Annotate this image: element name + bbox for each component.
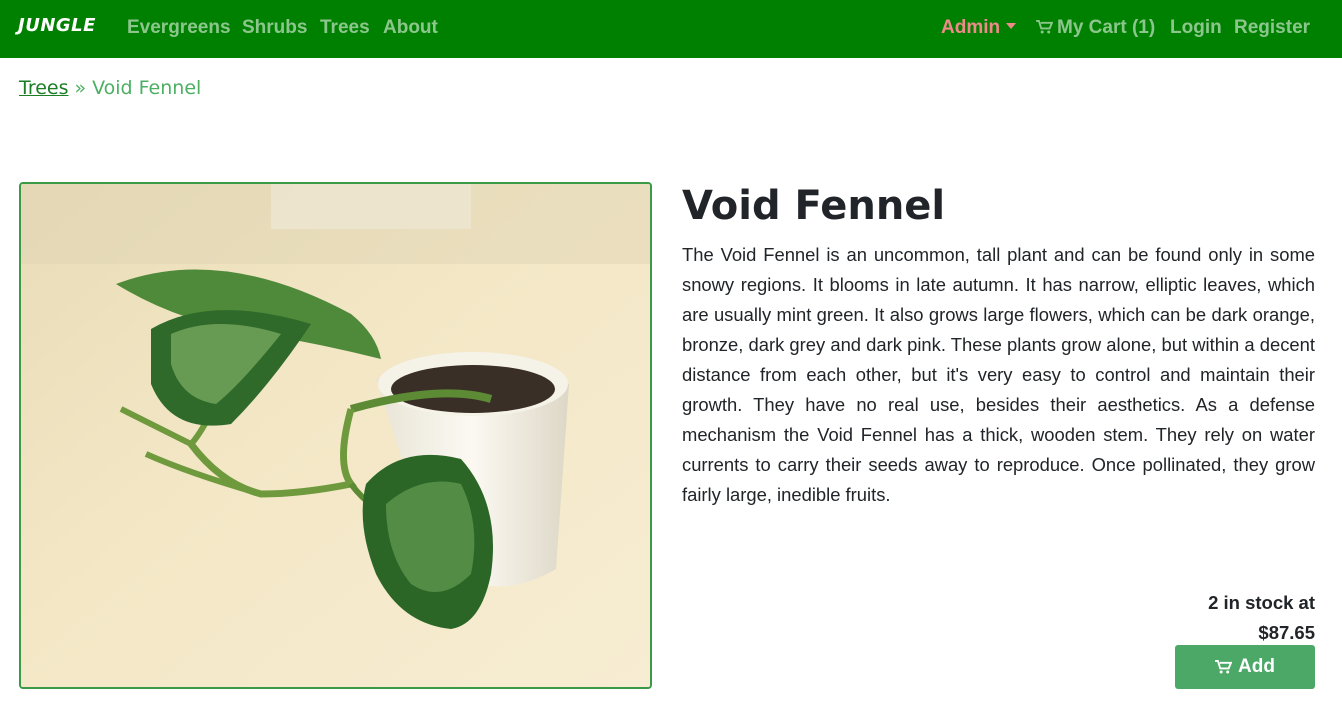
shopping-cart-icon [1036, 20, 1053, 34]
breadcrumb-separator: » [74, 77, 87, 99]
login-link[interactable]: Login [1170, 17, 1222, 39]
product-image [19, 182, 652, 689]
chevron-down-icon [1006, 23, 1017, 29]
shopping-cart-icon [1215, 660, 1233, 674]
cart-link[interactable]: My Cart (1) [1036, 17, 1155, 39]
plant-photo [21, 184, 650, 687]
add-button-label: Add [1238, 656, 1275, 677]
breadcrumb-current: Void Fennel [92, 77, 202, 99]
stock-info: 2 in stock at $87.65 [1015, 588, 1315, 648]
top-navbar: JUNGLE Evergreens Shrubs Trees About Adm… [0, 0, 1342, 58]
nav-link-shrubs[interactable]: Shrubs [242, 17, 307, 39]
nav-link-about[interactable]: About [383, 17, 438, 39]
product-title: Void Fennel [682, 183, 946, 229]
breadcrumb: Trees» Void Fennel [19, 77, 201, 99]
admin-label: Admin [941, 17, 1001, 38]
nav-link-trees[interactable]: Trees [320, 17, 370, 39]
add-to-cart-button[interactable]: Add [1175, 645, 1315, 689]
breadcrumb-link-trees[interactable]: Trees [19, 77, 69, 99]
product-description: The Void Fennel is an uncommon, tall pla… [682, 244, 1315, 505]
register-link[interactable]: Register [1234, 17, 1310, 39]
admin-dropdown[interactable]: Admin [941, 17, 1017, 39]
brand-logo[interactable]: JUNGLE [18, 15, 96, 36]
product-price: $87.65 [1258, 622, 1315, 643]
nav-link-evergreens[interactable]: Evergreens [127, 17, 231, 39]
stock-text: 2 in stock at [1208, 592, 1315, 613]
cart-label: My Cart (1) [1057, 17, 1156, 38]
